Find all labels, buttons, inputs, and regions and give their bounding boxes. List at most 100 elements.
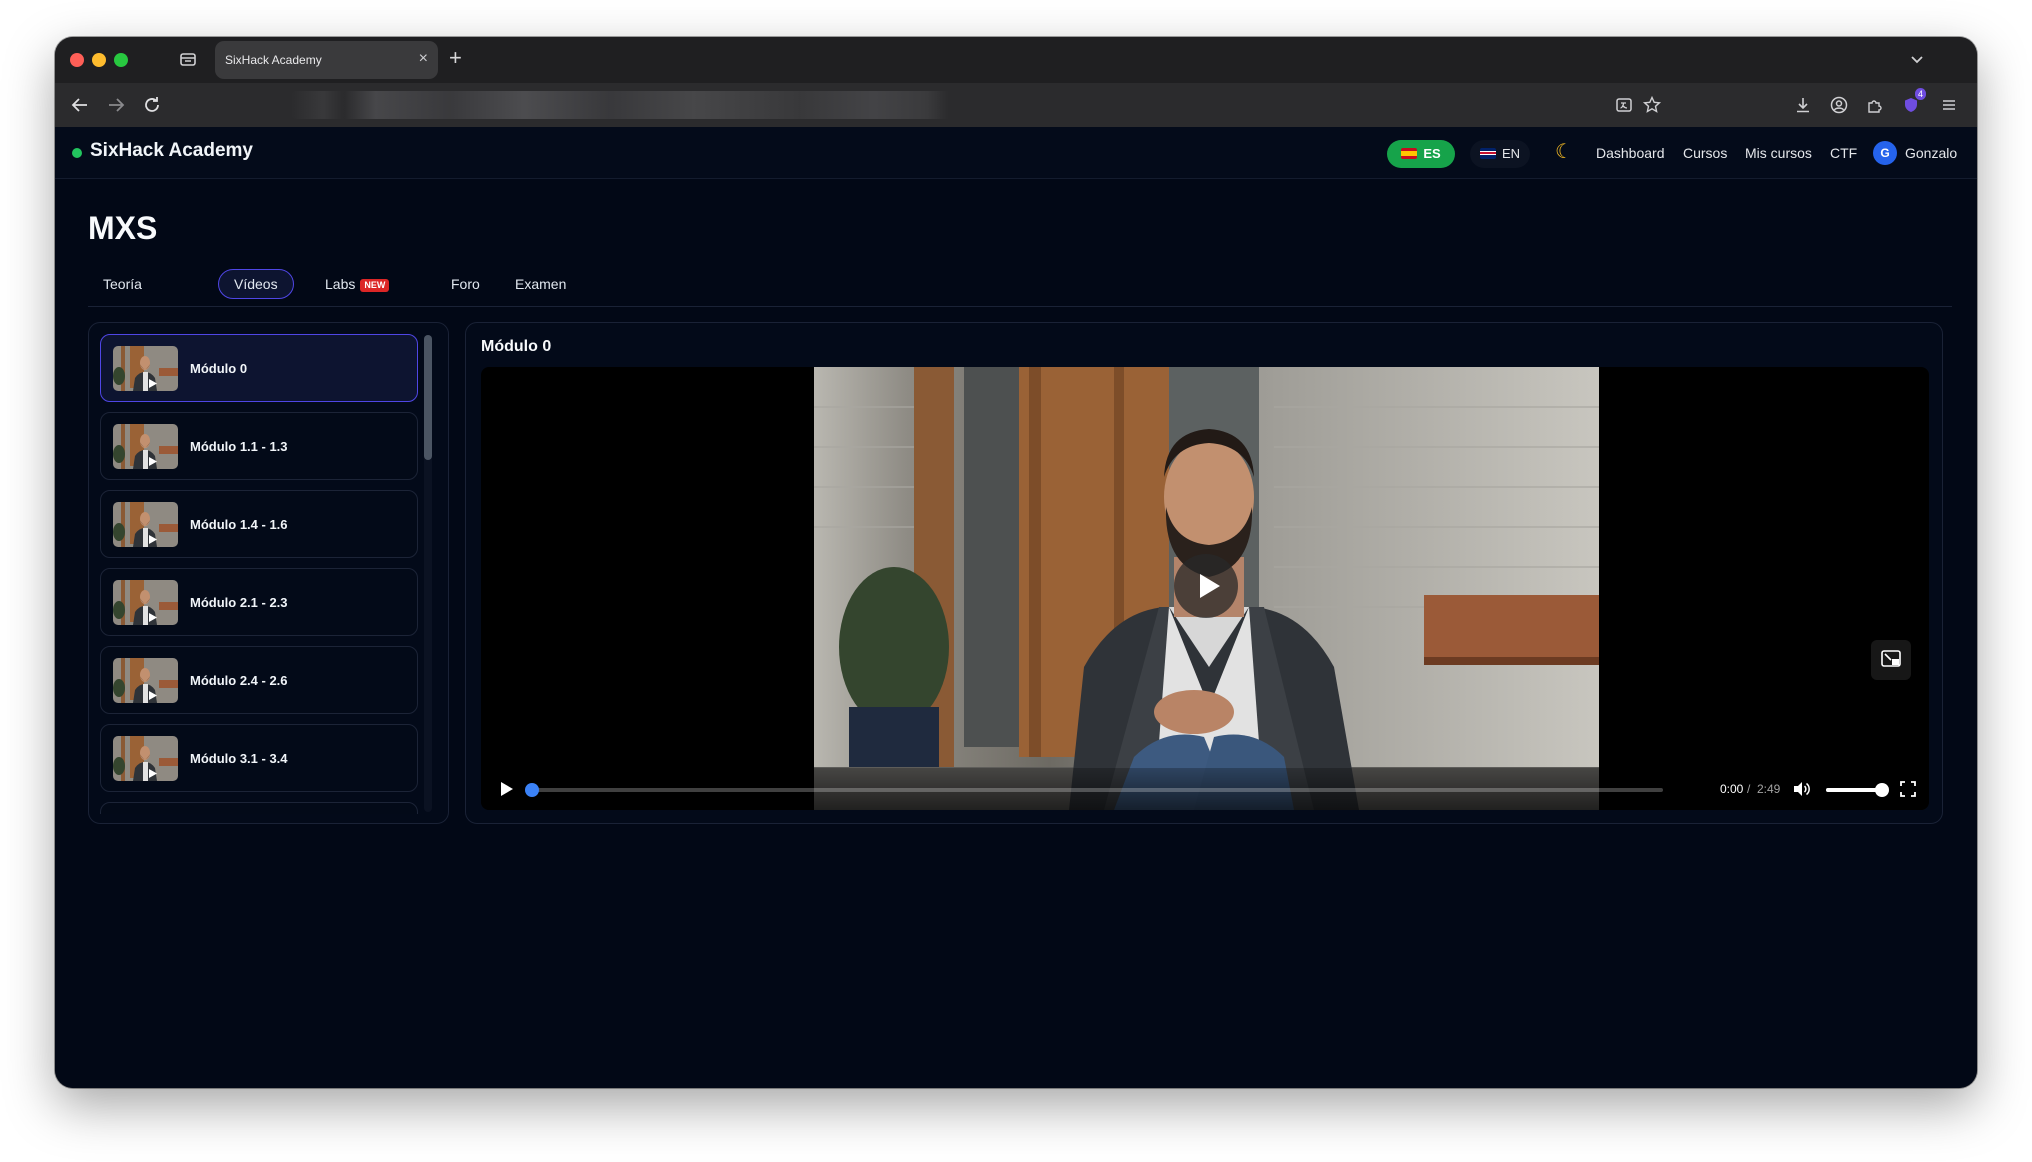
duration: 2:49 — [1757, 782, 1781, 796]
tab-label: Foro — [451, 276, 480, 292]
site-header: SixHack Academy ES EN ☾ Dashboard Cursos… — [55, 127, 1977, 179]
forward-arrow-icon[interactable] — [105, 94, 127, 116]
back-arrow-icon[interactable] — [69, 94, 91, 116]
video-player[interactable]: 0:00 / 2:49 — [481, 367, 1929, 810]
extensions-puzzle-icon[interactable] — [1865, 95, 1885, 115]
picture-in-picture-button[interactable] — [1871, 640, 1911, 680]
avatar[interactable]: G — [1873, 141, 1897, 165]
new-tab-icon[interactable]: + — [449, 46, 462, 70]
progress-handle[interactable] — [525, 783, 539, 797]
video-thumbnail-image — [113, 424, 178, 469]
video-item-label: Módulo 0 — [190, 361, 248, 376]
tab-teoria[interactable]: Teoría — [88, 269, 157, 299]
video-list-item-partial[interactable] — [100, 802, 418, 814]
video-list: Módulo 0 Módulo 1.1 - 1.3 Módulo 1.4 - 1… — [100, 334, 418, 814]
video-thumbnail — [113, 346, 178, 391]
nav-mis-cursos[interactable]: Mis cursos — [1745, 145, 1812, 161]
language-en-label: EN — [1501, 146, 1521, 161]
video-thumbnail-image — [113, 736, 178, 781]
progress-bar[interactable] — [525, 783, 1663, 797]
video-player-panel: Módulo 0 0:00 / 2:49 — [465, 322, 1943, 824]
video-list-item[interactable]: Módulo 0 — [100, 334, 418, 402]
translate-icon[interactable] — [1614, 95, 1634, 115]
video-thumbnail-image — [113, 580, 178, 625]
address-bar[interactable] — [291, 91, 1351, 119]
brand-logo-text[interactable]: SixHack Academy — [90, 140, 253, 162]
video-list-item[interactable]: Módulo 1.1 - 1.3 — [100, 412, 418, 480]
nav-dashboard[interactable]: Dashboard — [1596, 145, 1665, 161]
reload-icon[interactable] — [141, 94, 163, 116]
bookmark-star-icon[interactable] — [1642, 95, 1662, 115]
video-item-label: Módulo 2.1 - 2.3 — [190, 595, 288, 610]
volume-handle[interactable] — [1875, 783, 1889, 797]
spain-flag-icon — [1401, 148, 1418, 159]
course-tabs: Teoría Vídeos Labs NEW Foro Examen — [88, 269, 1952, 307]
theme-toggle-moon-icon[interactable]: ☾ — [1555, 139, 1573, 164]
nav-cursos[interactable]: Cursos — [1683, 145, 1727, 161]
account-icon[interactable] — [1829, 95, 1849, 115]
video-title: Módulo 0 — [481, 338, 552, 355]
close-window-button[interactable] — [70, 53, 84, 67]
tab-overview-icon[interactable] — [179, 50, 197, 68]
video-list-item[interactable]: Módulo 2.4 - 2.6 — [100, 646, 418, 714]
picture-in-picture-icon — [1881, 650, 1901, 667]
video-thumbnail — [113, 502, 178, 547]
browser-toolbar: 4 — [55, 83, 1977, 127]
video-list-panel: Módulo 0 Módulo 1.1 - 1.3 Módulo 1.4 - 1… — [88, 322, 449, 824]
fullscreen-icon[interactable] — [1899, 780, 1917, 798]
nav-ctf[interactable]: CTF — [1830, 145, 1857, 161]
video-item-label: Módulo 1.4 - 1.6 — [190, 517, 288, 532]
scrollbar-thumb[interactable] — [424, 335, 432, 460]
current-time: 0:00 — [1720, 782, 1744, 796]
tab-videos[interactable]: Vídeos — [218, 269, 294, 299]
page-title: MXS — [88, 210, 158, 246]
video-thumbnail — [113, 658, 178, 703]
video-thumbnail — [113, 424, 178, 469]
play-icon — [1200, 574, 1220, 598]
menu-icon[interactable] — [1939, 95, 1959, 115]
browser-tab-bar: SixHack Academy × + — [55, 37, 1977, 83]
video-thumbnail-image — [113, 658, 178, 703]
volume-icon[interactable] — [1791, 779, 1811, 799]
video-list-item[interactable]: Módulo 3.1 - 3.4 — [100, 724, 418, 792]
video-list-scrollbar[interactable] — [424, 335, 432, 812]
video-list-item[interactable]: Módulo 2.1 - 2.3 — [100, 568, 418, 636]
download-icon[interactable] — [1793, 95, 1813, 115]
play-icon[interactable] — [497, 780, 515, 798]
tab-label: Labs — [325, 276, 356, 292]
uk-flag-icon — [1479, 148, 1496, 159]
language-es-button[interactable]: ES — [1387, 140, 1455, 168]
browser-tab-title: SixHack Academy — [225, 53, 322, 67]
video-thumbnail-image — [113, 346, 178, 391]
tab-label: Examen — [515, 276, 567, 292]
video-controls: 0:00 / 2:49 — [481, 768, 1929, 810]
volume-slider[interactable] — [1826, 783, 1889, 797]
browser-tab[interactable]: SixHack Academy × — [215, 41, 438, 79]
video-thumbnail-image — [113, 502, 178, 547]
video-thumbnail — [113, 580, 178, 625]
volume-level — [1826, 788, 1881, 792]
tab-examen[interactable]: Examen — [500, 269, 581, 299]
chevron-down-icon[interactable] — [1909, 51, 1925, 67]
tab-label: Teoría — [103, 276, 142, 292]
status-dot — [72, 148, 82, 158]
time-separator: / — [1747, 782, 1751, 796]
big-play-button[interactable] — [1174, 554, 1238, 618]
minimize-window-button[interactable] — [92, 53, 106, 67]
language-es-label: ES — [1423, 146, 1441, 161]
video-item-label: Módulo 3.1 - 3.4 — [190, 751, 288, 766]
tab-foro[interactable]: Foro — [436, 269, 495, 299]
close-tab-icon[interactable]: × — [419, 50, 428, 68]
video-thumbnail — [113, 736, 178, 781]
video-item-label: Módulo 2.4 - 2.6 — [190, 673, 288, 688]
site-content: SixHack Academy ES EN ☾ Dashboard Cursos… — [55, 127, 1977, 1088]
extension-badge: 4 — [1915, 88, 1927, 100]
video-item-label: Módulo 1.1 - 1.3 — [190, 439, 288, 454]
new-badge: NEW — [360, 279, 390, 292]
tab-label: Vídeos — [234, 276, 278, 292]
video-list-item[interactable]: Módulo 1.4 - 1.6 — [100, 490, 418, 558]
tab-labs[interactable]: Labs NEW — [310, 269, 404, 299]
user-name[interactable]: Gonzalo — [1905, 145, 1957, 161]
language-en-button[interactable]: EN — [1470, 140, 1530, 168]
maximize-window-button[interactable] — [114, 53, 128, 67]
